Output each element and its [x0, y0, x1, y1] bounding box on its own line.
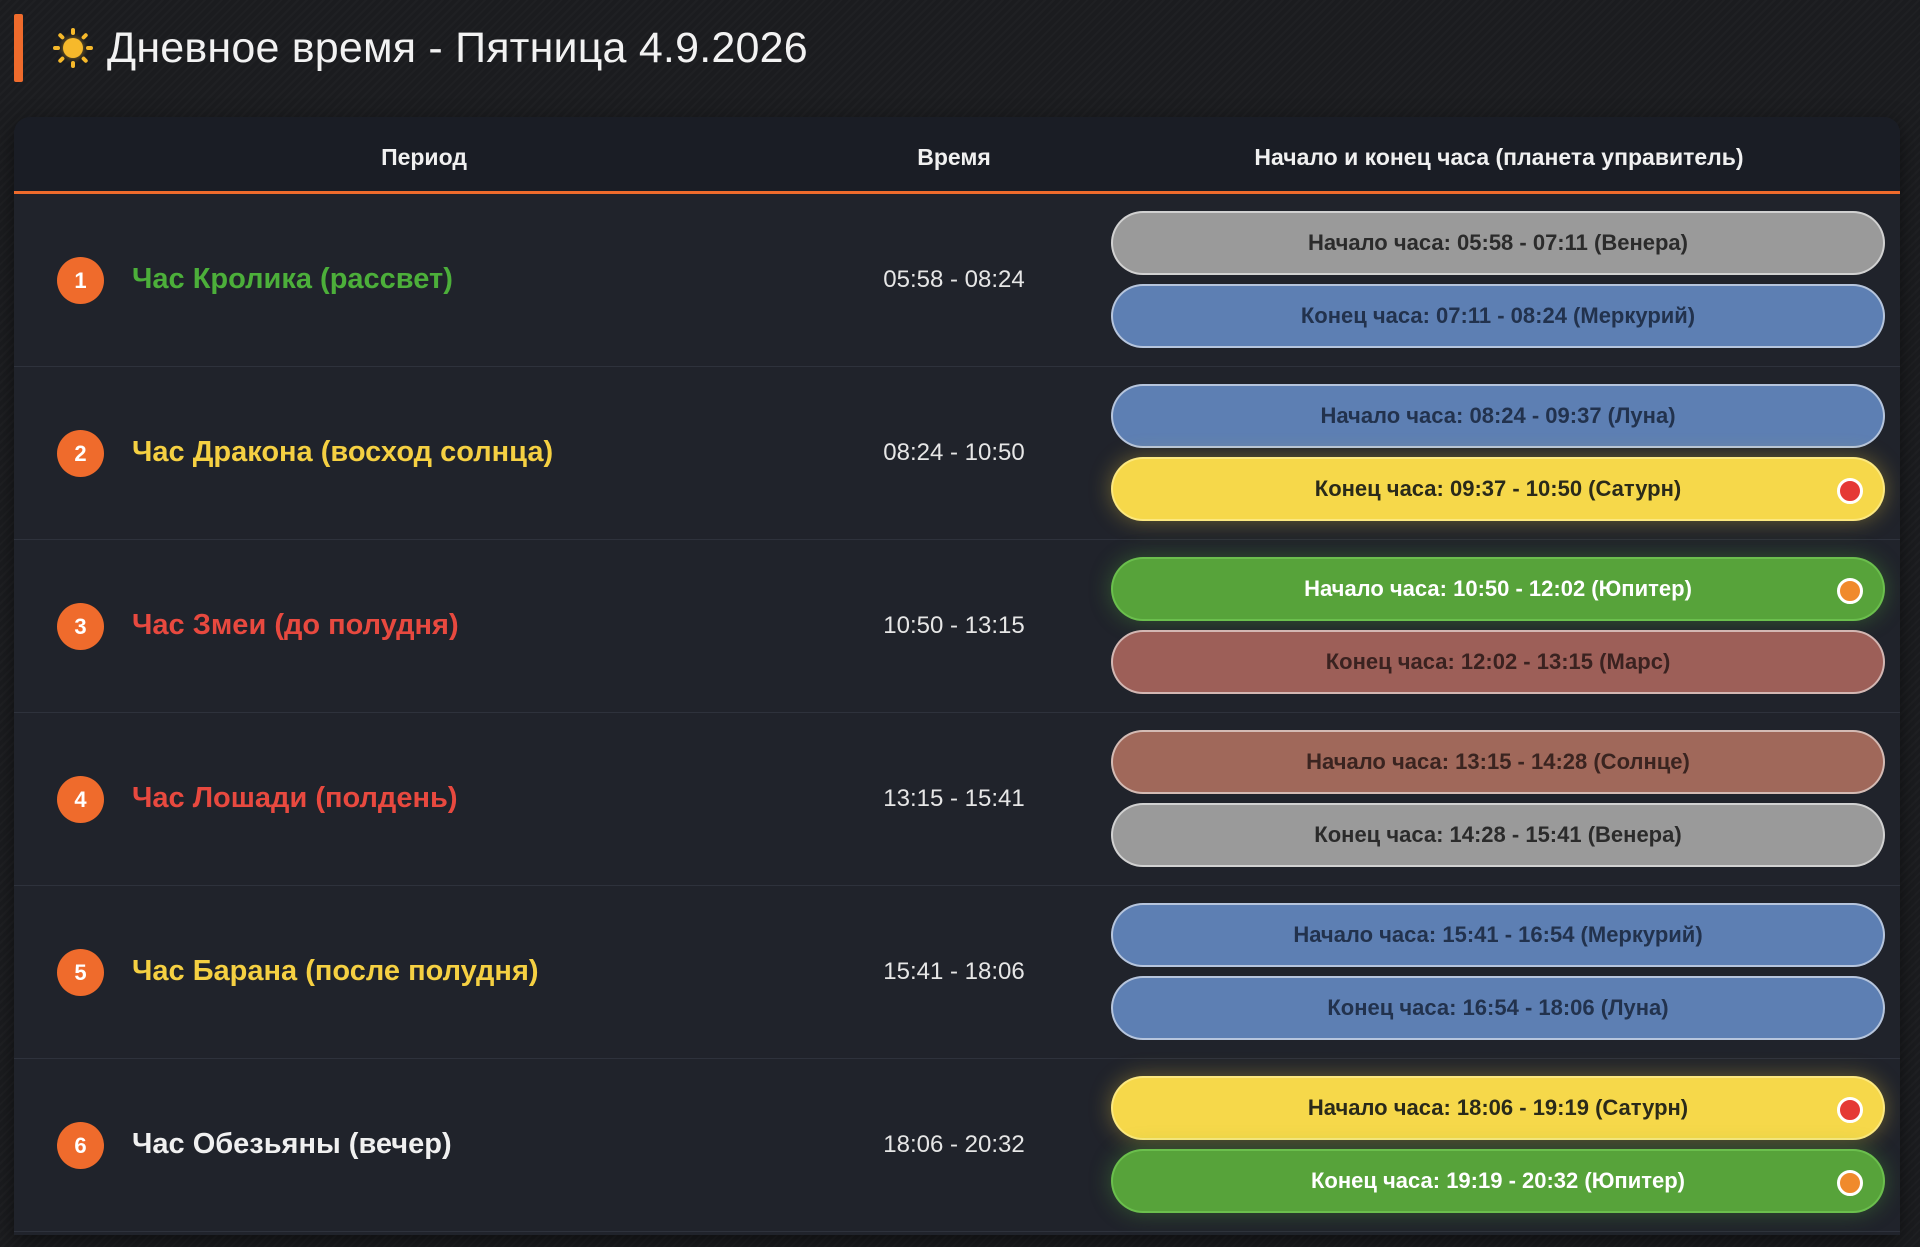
table-row: 1 Час Кролика (рассвет) 05:58 - 08:24 Начал… — [14, 194, 1900, 367]
row-number-badge: 1 — [57, 257, 104, 304]
hour-range-label: Конец часа: 07:11 - 08:24 (Меркурий) — [1300, 303, 1696, 328]
period-time: 13:15 - 15:41 — [883, 785, 1025, 812]
row-number-badge: 6 — [57, 1122, 104, 1169]
hour-end-pill: Конец часа: 16:54 - 18:06 (Луна) — [1111, 976, 1885, 1040]
hour-range-label: Конец часа: 12:02 - 13:15 (Марс) — [1325, 649, 1671, 674]
status-dot-icon — [1837, 1170, 1863, 1196]
table-header: Период Время Начало и конец часа (планет… — [14, 117, 1900, 194]
period-time: 10:50 - 13:15 — [883, 612, 1025, 639]
hour-range-label: Начало часа: 18:06 - 19:19 (Сатурн) — [1307, 1095, 1689, 1120]
hour-range-label: Начало часа: 10:50 - 12:02 (Юпитер) — [1304, 576, 1692, 601]
hour-end-pill: Конец часа: 12:02 - 13:15 (Марс) — [1111, 630, 1885, 694]
period-time: 05:58 - 08:24 — [883, 266, 1025, 293]
hour-start-pill: Начало часа: 13:15 - 14:28 (Солнце) — [1111, 730, 1885, 794]
period-name: Час Змеи (до полудня) — [132, 609, 459, 641]
hour-range-label: Конец часа: 19:19 - 20:32 (Юпитер) — [1310, 1168, 1685, 1193]
period-name: Час Барана (после полудня) — [132, 955, 539, 987]
hour-range-label: Начало часа: 08:24 - 09:37 (Луна) — [1320, 403, 1676, 428]
hours-table: Период Время Начало и конец часа (планет… — [14, 117, 1900, 1235]
hour-start-pill: Начало часа: 18:06 - 19:19 (Сатурн) — [1111, 1076, 1885, 1140]
table-row: 3 Час Змеи (до полудня) 10:50 - 13:15 Начал… — [14, 540, 1900, 713]
period-name: Час Дракона (восход солнца) — [132, 436, 554, 468]
period-time: 18:06 - 20:32 — [883, 1131, 1025, 1158]
status-dot-icon — [1837, 578, 1863, 604]
hour-range-label: Начало часа: 15:41 - 16:54 (Меркурий) — [1293, 922, 1703, 947]
column-header-hour-range: Начало и конец часа (планета управитель) — [1254, 144, 1744, 170]
sun-icon — [53, 28, 93, 68]
period-name: Час Обезьяны (вечер) — [132, 1128, 452, 1160]
table-row: 6 Час Обезьяны (вечер) 18:06 - 20:32 Начало… — [14, 1059, 1900, 1232]
hour-start-pill: Начало часа: 05:58 - 07:11 (Венера) — [1111, 211, 1885, 275]
hour-end-pill: Конец часа: 07:11 - 08:24 (Меркурий) — [1111, 284, 1885, 348]
page-header: Дневное время - Пятница 4.9.2026 — [14, 14, 1904, 82]
hour-range-label: Конец часа: 09:37 - 10:50 (Сатурн) — [1314, 476, 1682, 501]
header-accent-bar — [14, 14, 23, 82]
hour-start-pill: Начало часа: 15:41 - 16:54 (Меркурий) — [1111, 903, 1885, 967]
status-dot-icon — [1837, 1097, 1863, 1123]
period-name: Час Кролика (рассвет) — [132, 263, 453, 295]
hour-end-pill: Конец часа: 09:37 - 10:50 (Сатурн) — [1111, 457, 1885, 521]
hour-end-pill: Конец часа: 19:19 - 20:32 (Юпитер) — [1111, 1149, 1885, 1213]
period-time: 15:41 - 18:06 — [883, 958, 1025, 985]
column-header-time: Время — [917, 144, 991, 170]
period-time: 08:24 - 10:50 — [883, 439, 1025, 466]
hour-range-label: Начало часа: 13:15 - 14:28 (Солнце) — [1306, 749, 1690, 774]
hour-end-pill: Конец часа: 14:28 - 15:41 (Венера) — [1111, 803, 1885, 867]
hour-start-pill: Начало часа: 10:50 - 12:02 (Юпитер) — [1111, 557, 1885, 621]
table-body: 1 Час Кролика (рассвет) 05:58 - 08:24 Начал… — [14, 194, 1900, 1232]
table-row: 2 Час Дракона (восход солнца) 08:24 - 10:5… — [14, 367, 1900, 540]
hour-range-label: Конец часа: 14:28 - 15:41 (Венера) — [1314, 822, 1682, 847]
row-number-badge: 5 — [57, 949, 104, 996]
row-number-badge: 4 — [57, 776, 104, 823]
column-header-period: Период — [381, 144, 467, 170]
period-name: Час Лошади (полдень) — [132, 782, 458, 814]
row-number-badge: 3 — [57, 603, 104, 650]
hour-range-label: Начало часа: 05:58 - 07:11 (Венера) — [1308, 230, 1688, 255]
table-row: 5 Час Барана (после полудня) 15:41 - 18:06… — [14, 886, 1900, 1059]
hour-start-pill: Начало часа: 08:24 - 09:37 (Луна) — [1111, 384, 1885, 448]
status-dot-icon — [1837, 478, 1863, 504]
table-row: 4 Час Лошади (полдень) 13:15 - 15:41 Начало… — [14, 713, 1900, 886]
row-number-badge: 2 — [57, 430, 104, 477]
page-title: Дневное время - Пятница 4.9.2026 — [107, 23, 808, 72]
hour-range-label: Конец часа: 16:54 - 18:06 (Луна) — [1327, 995, 1669, 1020]
